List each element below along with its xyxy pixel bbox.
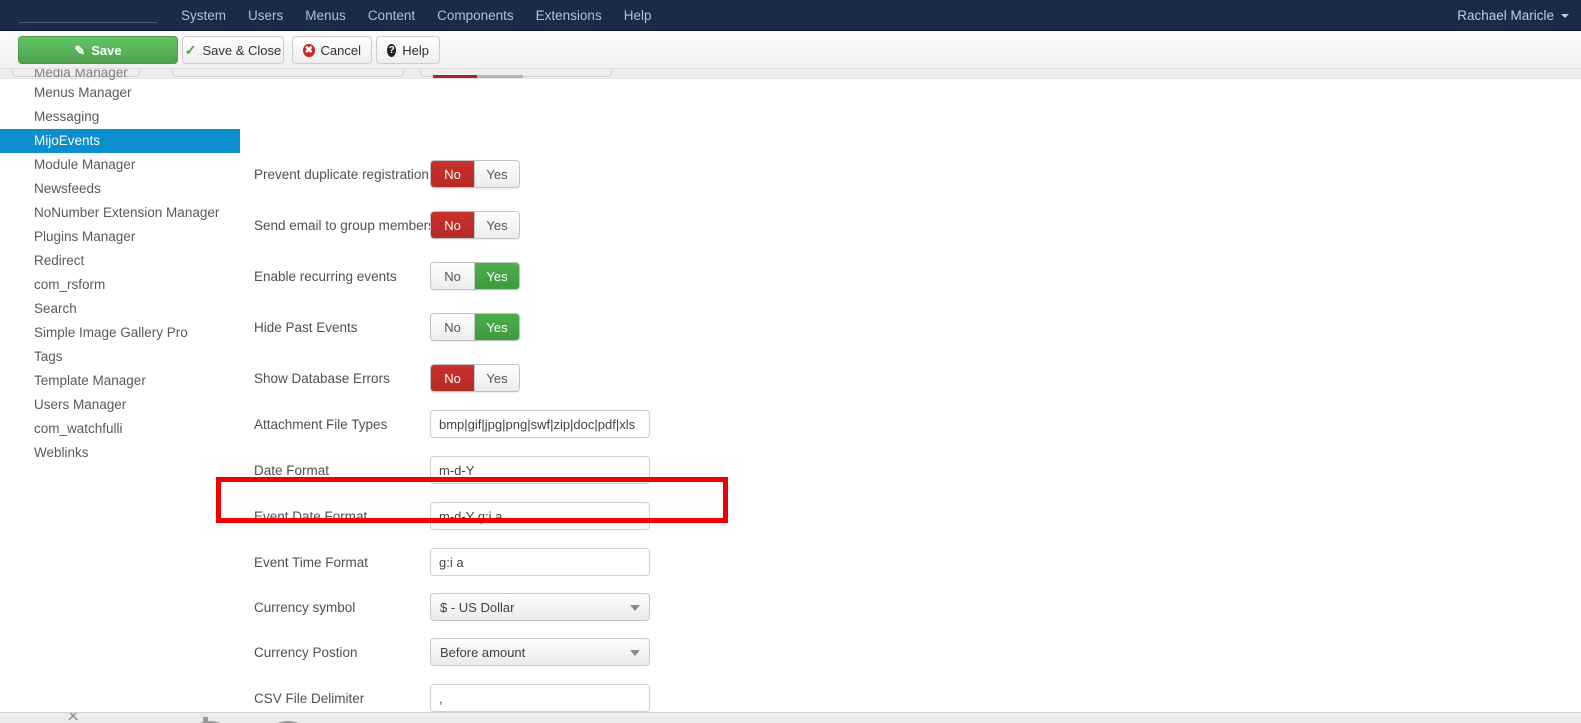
- field-label: Currency symbol: [254, 599, 356, 615]
- currency-symbol-value[interactable]: $ - US Dollar: [430, 593, 650, 621]
- nav-item-content[interactable]: Content: [357, 0, 426, 31]
- form-row: Hide Past Events No Yes: [240, 310, 520, 344]
- toggle-option-yes[interactable]: Yes: [475, 314, 519, 340]
- field-label: Hide Past Events: [254, 319, 358, 335]
- date-format-input[interactable]: [430, 456, 650, 484]
- currency-symbol-select[interactable]: $ - US Dollar: [430, 593, 650, 621]
- cancel-button-label: Cancel: [320, 42, 361, 58]
- field-label: Event Time Format: [254, 554, 369, 570]
- form-row: Prevent duplicate registration No Yes: [240, 157, 520, 191]
- toggle-option-yes[interactable]: Yes: [475, 365, 519, 391]
- event-date-format-input[interactable]: [430, 502, 650, 530]
- brand-logo-stub: [19, 22, 157, 23]
- toggle-option-no[interactable]: No: [431, 212, 475, 238]
- field-label: Prevent duplicate registration: [254, 166, 429, 182]
- csv-file-delimiter-input[interactable]: [430, 684, 650, 712]
- toggle-send-email-to-group-members[interactable]: No Yes: [430, 211, 520, 239]
- nav-item-menus[interactable]: Menus: [294, 0, 357, 31]
- form-row: Show Database Errors No Yes: [240, 361, 520, 395]
- sidebar-item-search[interactable]: Search: [0, 297, 240, 321]
- currency-position-value[interactable]: Before amount: [430, 638, 650, 666]
- sidebar-item-com-watchfulli[interactable]: com_watchfulli: [0, 417, 240, 441]
- field-label: Show Database Errors: [254, 370, 390, 386]
- nav-item-help[interactable]: Help: [613, 0, 663, 31]
- nav-item-system[interactable]: System: [170, 0, 237, 31]
- form-row: Currency symbol $ - US Dollar: [240, 590, 650, 624]
- page-body: Media Manager Menus Manager Messaging Mi…: [0, 69, 1581, 712]
- sidebar-item-menus-manager[interactable]: Menus Manager: [0, 81, 240, 105]
- toggle-option-no[interactable]: No: [431, 263, 475, 289]
- chevron-down-icon: [630, 650, 640, 656]
- form-row: Enable recurring events No Yes: [240, 259, 520, 293]
- form-row: Attachment File Types: [240, 407, 650, 441]
- sidebar-item-weblinks[interactable]: Weblinks: [0, 441, 240, 465]
- admin-top-bar: System Users Menus Content Components Ex…: [0, 0, 1581, 31]
- os-taskbar: ✕: [0, 712, 1581, 723]
- user-account-menu[interactable]: Rachael Maricle: [1457, 0, 1569, 31]
- field-label: Date Format: [254, 462, 330, 478]
- cancel-circle-icon: ✖: [303, 43, 315, 57]
- cancel-button[interactable]: ✖ Cancel: [292, 36, 372, 64]
- main-navigation: System Users Menus Content Components Ex…: [170, 0, 662, 31]
- sidebar-item-com-rsform[interactable]: com_rsform: [0, 273, 240, 297]
- toggle-show-database-errors[interactable]: No Yes: [430, 364, 520, 392]
- chevron-down-icon: [630, 605, 640, 611]
- form-row: Send email to group members No Yes: [240, 208, 520, 242]
- help-button-label: Help: [402, 42, 429, 58]
- sidebar-item-users-manager[interactable]: Users Manager: [0, 393, 240, 417]
- sidebar-item-mijoevents[interactable]: MijoEvents: [0, 129, 240, 153]
- edit-document-icon: ✎: [74, 42, 86, 58]
- nav-item-extensions[interactable]: Extensions: [525, 0, 613, 31]
- field-label: Enable recurring events: [254, 268, 397, 284]
- event-time-format-input[interactable]: [430, 548, 650, 576]
- field-label: Attachment File Types: [254, 416, 388, 432]
- sidebar-item-messaging[interactable]: Messaging: [0, 105, 240, 129]
- component-sidebar: Media Manager Menus Manager Messaging Mi…: [0, 69, 240, 703]
- toggle-option-no[interactable]: No: [431, 314, 475, 340]
- close-x-icon[interactable]: ✕: [66, 713, 80, 723]
- form-row: Currency Postion Before amount: [240, 635, 650, 669]
- chevron-down-icon: [1561, 13, 1569, 18]
- nav-item-users[interactable]: Users: [237, 0, 294, 31]
- action-toolbar: ✎ Save ✓ Save & Close ✖ Cancel ? Help: [0, 31, 1581, 69]
- sidebar-item-tags[interactable]: Tags: [0, 345, 240, 369]
- toggle-enable-recurring-events[interactable]: No Yes: [430, 262, 520, 290]
- currency-position-select[interactable]: Before amount: [430, 638, 650, 666]
- toggle-option-no[interactable]: No: [431, 365, 475, 391]
- save-button-label: Save: [91, 42, 122, 58]
- user-name-label: Rachael Maricle: [1457, 8, 1554, 23]
- form-row-event-time-format: Event Time Format: [240, 545, 650, 579]
- sidebar-item-nonumber-extension-manager[interactable]: NoNumber Extension Manager: [0, 201, 240, 225]
- toggle-prevent-duplicate-registration[interactable]: No Yes: [430, 160, 520, 188]
- field-label: Send email to group members: [254, 217, 435, 233]
- sidebar-item-media-manager[interactable]: Media Manager: [0, 69, 240, 81]
- sidebar-item-module-manager[interactable]: Module Manager: [0, 153, 240, 177]
- clipped-toggle-yes: [477, 75, 523, 78]
- clipped-toggle-no: [433, 75, 477, 78]
- field-label: Event Date Format: [254, 508, 368, 524]
- help-button[interactable]: ? Help: [376, 36, 440, 64]
- toggle-option-yes[interactable]: Yes: [475, 263, 519, 289]
- attachment-file-types-input[interactable]: [430, 410, 650, 438]
- question-circle-icon: ?: [387, 43, 397, 57]
- toggle-option-yes[interactable]: Yes: [475, 212, 519, 238]
- toggle-option-no[interactable]: No: [431, 161, 475, 187]
- sidebar-item-plugins-manager[interactable]: Plugins Manager: [0, 225, 240, 249]
- form-row: Event Date Format: [240, 499, 650, 533]
- form-row: CSV File Delimiter: [240, 681, 650, 715]
- field-label: Currency Postion: [254, 644, 358, 660]
- form-row: Date Format: [240, 453, 650, 487]
- save-close-button-label: Save & Close: [202, 42, 282, 58]
- sidebar-item-newsfeeds[interactable]: Newsfeeds: [0, 177, 240, 201]
- field-label: CSV File Delimiter: [254, 690, 365, 706]
- save-and-close-button[interactable]: ✓ Save & Close: [182, 36, 284, 64]
- save-button[interactable]: ✎ Save: [18, 36, 178, 64]
- sidebar-item-simple-image-gallery-pro[interactable]: Simple Image Gallery Pro: [0, 321, 240, 345]
- checkmark-icon: ✓: [184, 42, 197, 58]
- toggle-hide-past-events[interactable]: No Yes: [430, 313, 520, 341]
- toggle-option-yes[interactable]: Yes: [475, 161, 519, 187]
- nav-item-components[interactable]: Components: [426, 0, 525, 31]
- sidebar-item-template-manager[interactable]: Template Manager: [0, 369, 240, 393]
- sidebar-item-redirect[interactable]: Redirect: [0, 249, 240, 273]
